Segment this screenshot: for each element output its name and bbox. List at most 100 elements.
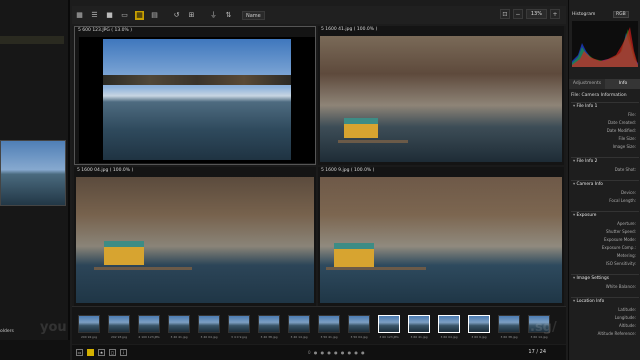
filmstrip-thumb[interactable] (318, 315, 340, 333)
info-field-label: File: (627, 112, 636, 117)
label-icon[interactable] (87, 349, 94, 356)
left-preview-strip (0, 36, 64, 44)
tab-info[interactable]: Info (605, 79, 640, 89)
filmstrip-label: 3 60 38.jpg (500, 335, 518, 339)
section-divider (571, 297, 639, 298)
info-field-label: Longitude: (614, 315, 636, 320)
filmstrip-label: 3 60 41.jpg (410, 335, 428, 339)
filmstrip-thumb[interactable] (168, 315, 190, 333)
filmstrip-label: 3 40 14.jpg (290, 335, 308, 339)
compare-view-icon[interactable]: ▦ (135, 10, 144, 20)
zoom-value[interactable]: 13% (525, 9, 547, 19)
info-field-label: Metering: (616, 253, 636, 258)
fit-icon[interactable]: ⊞ (187, 11, 196, 20)
filmstrip-thumb[interactable] (468, 315, 490, 333)
info-section-header[interactable]: File Info 1 (573, 104, 598, 109)
list-view-icon[interactable]: ☰ (90, 11, 99, 20)
info-section-header[interactable]: File Info 2 (573, 159, 598, 164)
left-panel-footer (0, 340, 70, 360)
watermark: you (40, 320, 67, 335)
info-field-label: Altitude Reference: (597, 331, 636, 336)
info-field-label: Altitude: (619, 323, 636, 328)
filmstrip-thumb[interactable] (108, 315, 130, 333)
histogram-mode-select[interactable]: RGB (613, 11, 629, 18)
single-view-icon[interactable]: ■ (105, 11, 114, 20)
filmstrip-label: 202 93.jpg (110, 335, 128, 339)
filmstrip-thumb[interactable] (288, 315, 310, 333)
image-preview[interactable] (320, 36, 562, 162)
info-icon[interactable]: i (120, 349, 127, 356)
tab-adjustments[interactable]: Adjustments (569, 79, 605, 89)
info-section-header[interactable]: Camera Info (573, 182, 603, 187)
filmstrip-label: 3 40 04.jpg (200, 335, 218, 339)
filmstrip-thumb[interactable] (348, 315, 370, 333)
folders-label: olders (0, 329, 14, 334)
grid-view-icon[interactable]: ▦ (75, 11, 84, 20)
zoom-controls: ⊡ − 13% + (499, 9, 560, 19)
selected-folder-preview[interactable] (0, 140, 66, 206)
info-section-header[interactable]: Image Settings (573, 276, 609, 281)
info-section-header[interactable]: Location Info (573, 299, 605, 304)
image-caption: 5 1600 04.jpg ( 100.0% ) (77, 168, 134, 173)
filmstrip-thumb[interactable] (228, 315, 250, 333)
image-cell[interactable]: 5 1600 9.jpg ( 100.0% ) (318, 167, 564, 306)
rotate-icon[interactable]: ↺ (172, 11, 181, 20)
filmstrip-thumb[interactable] (408, 315, 430, 333)
sort-icon[interactable]: ⇅ (224, 11, 233, 20)
protect-icon[interactable]: ◻ (109, 349, 116, 356)
info-field-label: Focal Length: (609, 198, 636, 203)
info-field-label: Image Size: (612, 144, 636, 149)
fit-screen-icon[interactable]: ⊡ (499, 9, 510, 19)
filmstrip-thumb[interactable] (138, 315, 160, 333)
info-field-label: Date Modified: (606, 128, 636, 133)
section-divider (571, 180, 639, 181)
left-panel: olders (0, 0, 70, 360)
histogram-chart (572, 21, 638, 67)
info-field-label: Date Created: (607, 120, 636, 125)
section-divider (571, 157, 639, 158)
image-cell[interactable]: 5 1600 04.jpg ( 100.0% ) (74, 167, 316, 306)
info-section-header[interactable]: Exposure (573, 213, 597, 218)
info-field-label: Exposure Mode: (603, 237, 636, 242)
filmstrip-thumb[interactable] (258, 315, 280, 333)
section-divider (571, 102, 639, 103)
info-field-label: Exposure Comp.: (601, 245, 636, 250)
filmstrip-thumb[interactable] (378, 315, 400, 333)
filmstrip-label: 3 60 9.jpg (471, 335, 487, 339)
filmstrip-label: 200 92.jpg (80, 335, 98, 339)
info-field-label: Latitude: (618, 307, 636, 312)
rating-icon[interactable]: ★ (98, 349, 105, 356)
filmstrip-view-icon[interactable]: ▭ (120, 11, 129, 20)
filter-icon[interactable]: ⏚ (209, 11, 218, 20)
info-field-label: White Balance: (605, 284, 636, 289)
image-cell[interactable]: 5 600 123.JPG ( 13.0% ) (74, 26, 316, 165)
info-field-label: Shutter Speed: (605, 229, 636, 234)
sort-select[interactable]: Name (242, 10, 265, 20)
folder-icon[interactable]: ▭ (76, 349, 83, 356)
zoom-in-icon[interactable]: + (550, 9, 560, 19)
filmstrip-thumb[interactable] (78, 315, 100, 333)
filmstrip-thumb[interactable] (198, 315, 220, 333)
filmstrip-label: 3 40 41.jpg (170, 335, 188, 339)
status-bar: ▭ ★ ◻ i 0 ● ● ● ● ● ● ● ● 17 / 24 (72, 345, 566, 360)
image-preview[interactable] (320, 177, 562, 303)
image-preview[interactable] (76, 177, 314, 303)
right-panel: Histogram RGB Adjustments Info File: Cam… (568, 0, 640, 360)
toolbar: ▦ ☰ ■ ▭ ▦ ▤ ↺ ⊞ ⏚ ⇅ Name ⊡ − 13% + (72, 6, 566, 24)
zoom-out-icon[interactable]: − (512, 9, 523, 19)
filmstrip-label: 2 100 123.JPG (138, 335, 160, 339)
page-counter: 17 / 24 (528, 349, 546, 355)
camera-info-header: File: Camera Information (571, 93, 627, 98)
map-view-icon[interactable]: ▤ (150, 11, 159, 20)
filmstrip-label: 3 60 123.JPG (379, 335, 399, 339)
image-preview[interactable] (79, 37, 315, 163)
viewer-window: olders ▦ ☰ ■ ▭ ▦ ▤ ↺ ⊞ ⏚ ⇅ Name ⊡ − 13% … (0, 0, 640, 360)
rating-dots[interactable]: 0 ● ● ● ● ● ● ● ● (308, 350, 366, 355)
info-field-label: Aperture: (617, 221, 636, 226)
filmstrip-label: 3 60 04.jpg (440, 335, 458, 339)
filmstrip-thumb[interactable] (498, 315, 520, 333)
filmstrip-thumb[interactable] (438, 315, 460, 333)
compare-grid: 5 600 123.JPG ( 13.0% ) 5 1600 41.jpg ( … (72, 26, 566, 306)
image-cell[interactable]: 5 1600 41.jpg ( 100.0% ) (318, 26, 564, 165)
watermark: .sg/ (530, 320, 557, 335)
